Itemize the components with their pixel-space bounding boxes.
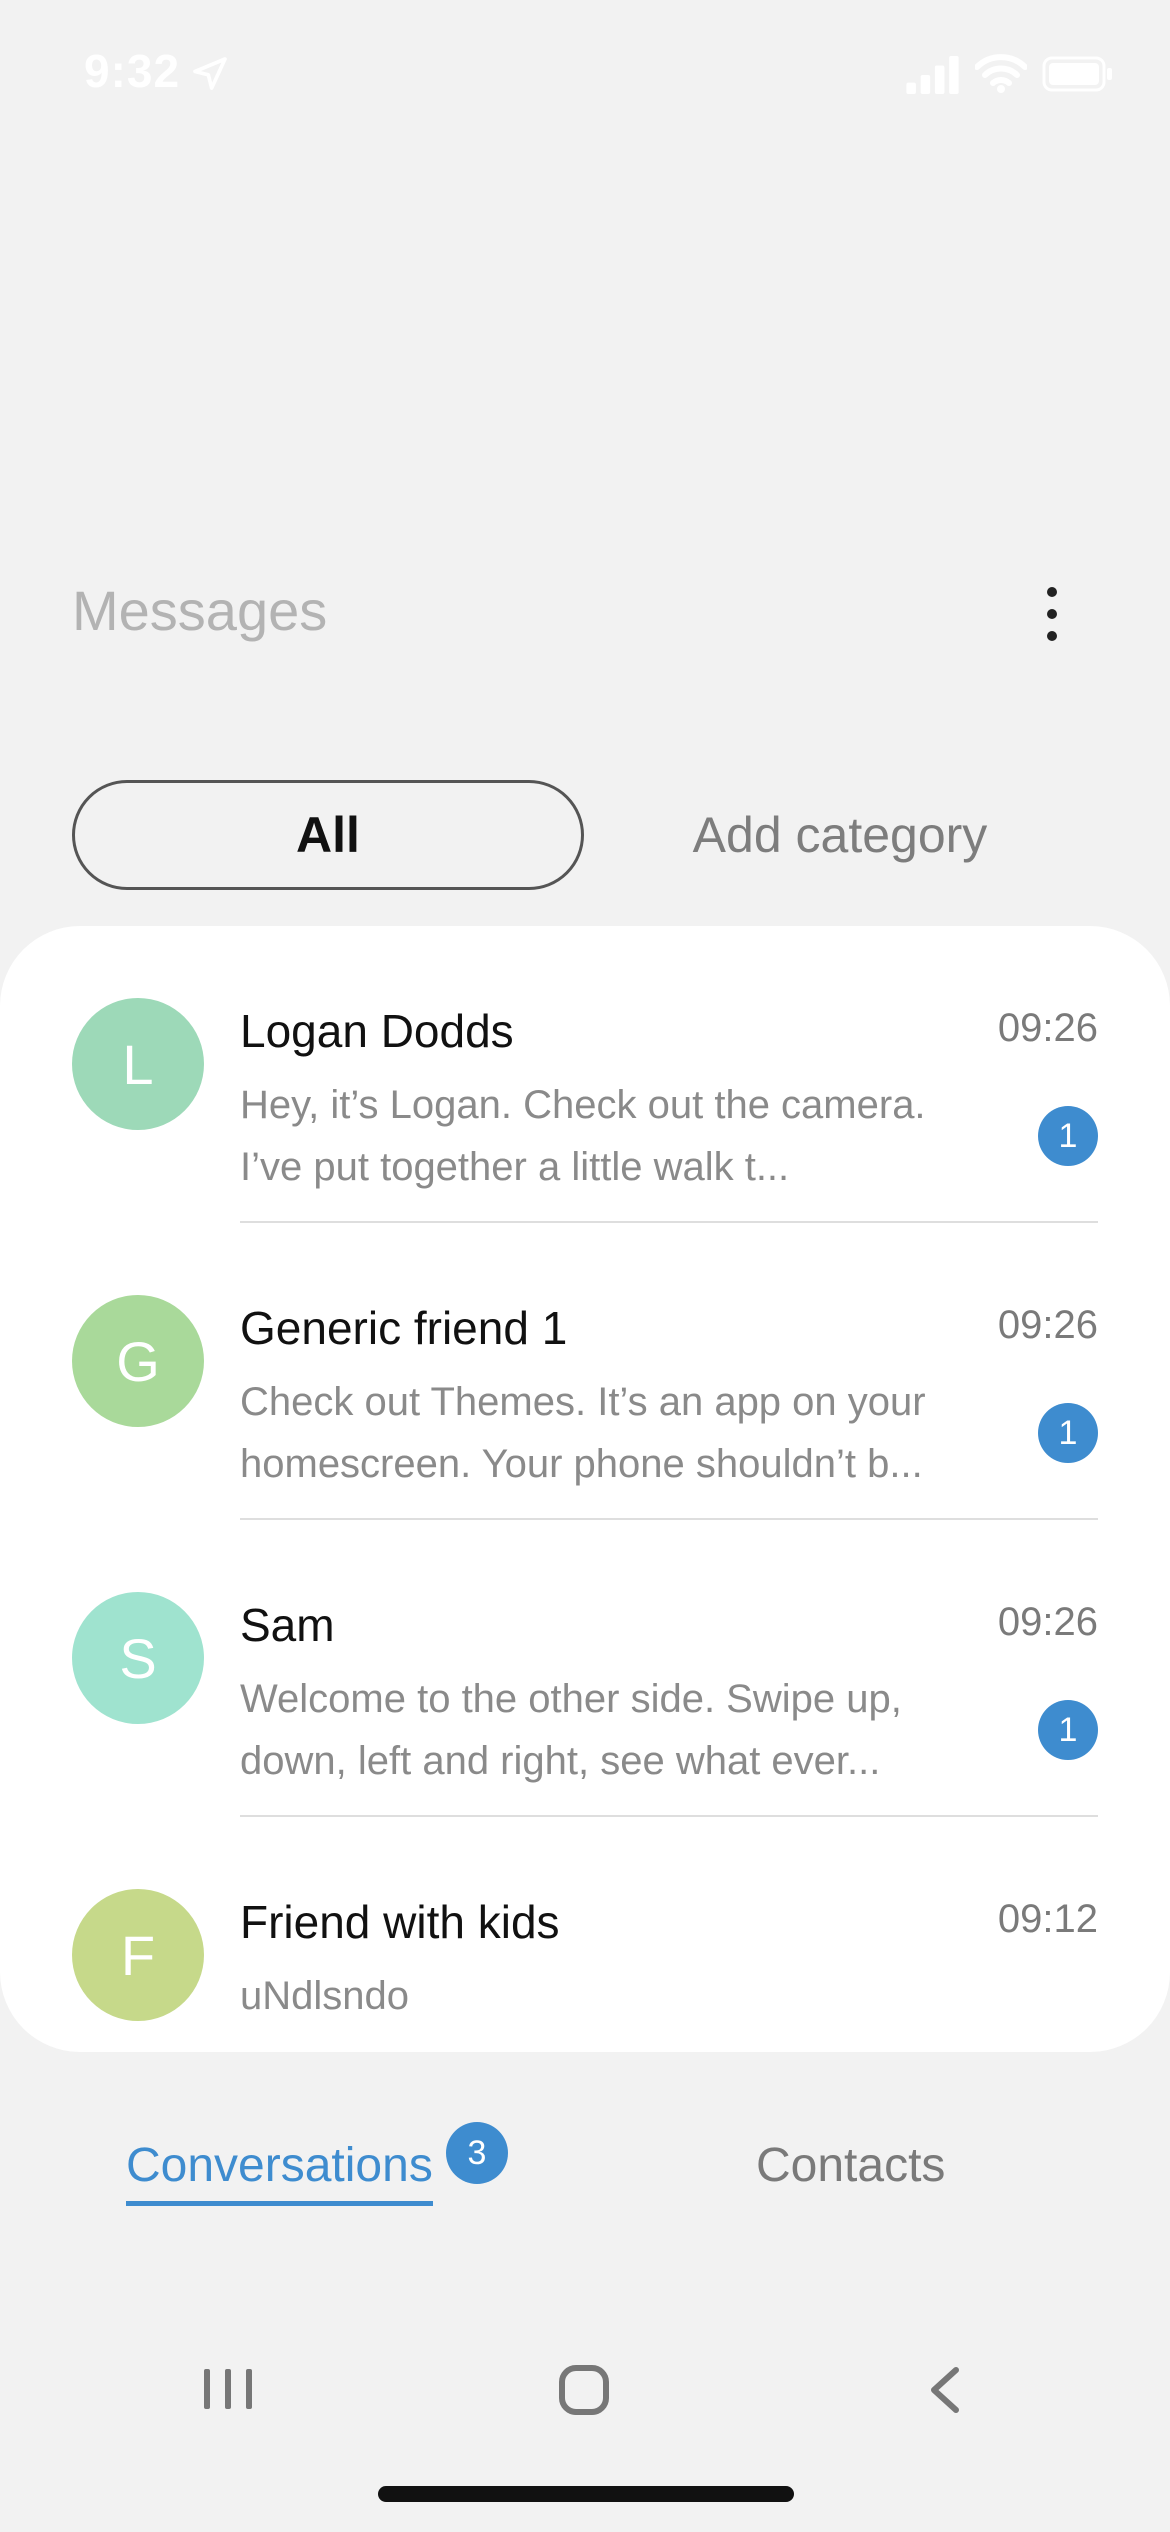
back-icon[interactable] [924,2364,968,2416]
battery-icon [1042,56,1112,92]
tab-conversations[interactable]: Conversations [126,2138,433,2206]
category-all-button[interactable]: All [72,780,584,890]
add-category-button[interactable]: Add category [640,780,1040,890]
contact-name: Generic friend 1 [240,1302,568,1354]
signal-icon [906,56,959,94]
home-indicator[interactable] [378,2486,794,2502]
message-preview: Check out Themes. It’s an app on your ho… [240,1380,926,1486]
avatar: G [72,1295,204,1427]
unread-badge: 1 [1038,1403,1098,1463]
avatar: F [72,1889,204,2021]
status-time: 9:32 [84,45,181,97]
message-preview: Welcome to the other side. Swipe up, dow… [240,1677,902,1783]
status-bar: 9:32 [0,0,1170,150]
message-time: 09:26 [997,1600,1098,1644]
conversation-list: L Logan Dodds 09:26 Hey, it’s Logan. Che… [0,926,1170,2052]
conversations-count-badge: 3 [446,2122,508,2184]
avatar: L [72,998,204,1130]
conversation-item[interactable]: L Logan Dodds 09:26 Hey, it’s Logan. Che… [0,926,1170,1223]
contact-name: Sam [240,1599,335,1651]
home-icon[interactable] [556,2362,612,2418]
unread-badge: 1 [1038,1106,1098,1166]
message-preview: Hey, it’s Logan. Check out the camera. I… [240,1083,926,1189]
message-time: 09:26 [997,1303,1098,1347]
recents-icon[interactable] [200,2364,256,2414]
wifi-icon [975,54,1027,93]
message-time: 09:26 [997,1006,1098,1050]
conversation-item[interactable]: G Generic friend 1 09:26 Check out Theme… [0,1223,1170,1520]
more-options-button[interactable] [1026,578,1078,650]
avatar: S [72,1592,204,1724]
message-time: 09:12 [997,1897,1098,1941]
contact-name: Friend with kids [240,1896,560,1948]
location-arrow-icon [193,57,227,90]
more-vertical-icon [1047,587,1057,597]
contact-name: Logan Dodds [240,1005,514,1057]
conversation-item[interactable]: S Sam 09:26 Welcome to the other side. S… [0,1520,1170,1817]
page-title: Messages [72,579,328,642]
messages-screen: 9:32 Messages All Add category L Logan D… [0,0,1170,2532]
message-preview: uNdlsndo [240,1974,410,2018]
unread-badge: 1 [1038,1700,1098,1760]
tab-contacts[interactable]: Contacts [756,2138,945,2193]
conversation-item[interactable]: F Friend with kids 09:12 uNdlsndo [0,1817,1170,2114]
